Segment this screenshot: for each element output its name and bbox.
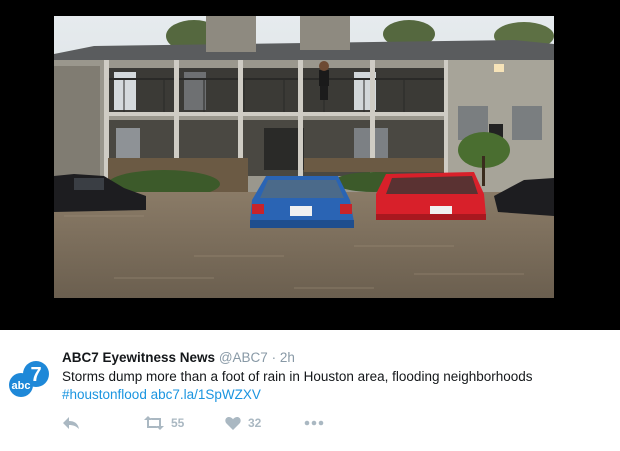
avatar-text: abc [12, 380, 31, 392]
reply-button[interactable] [62, 414, 80, 432]
tweet-header: ABC7 Eyewitness News @ABC7 · 2h [62, 350, 295, 365]
user-handle[interactable]: @ABC7 [219, 350, 268, 365]
retweet-icon [144, 416, 164, 430]
tweet-photo[interactable] [54, 16, 554, 298]
separator-dot: · [271, 350, 277, 365]
avatar-number: 7 [30, 364, 41, 386]
more-button[interactable] [304, 414, 324, 432]
tweet-links: #houstonflood abc7.la/1SpWZXV [62, 387, 261, 402]
heart-icon [225, 416, 241, 430]
hashtag-link[interactable]: #houstonflood [62, 387, 147, 402]
timestamp[interactable]: 2h [280, 350, 295, 365]
tweet-actions: 55 32 [62, 414, 362, 432]
retweet-count: 55 [171, 416, 185, 430]
more-icon [304, 420, 324, 426]
url-link[interactable]: abc7.la/1SpWZXV [151, 387, 261, 402]
retweet-button[interactable]: 55 [144, 414, 184, 432]
media-frame [0, 0, 620, 330]
abc7-avatar[interactable]: 7 abc [7, 357, 51, 401]
tweet-text: Storms dump more than a foot of rain in … [62, 369, 533, 384]
display-name[interactable]: ABC7 Eyewitness News [62, 350, 215, 365]
like-count: 32 [248, 416, 262, 430]
like-button[interactable]: 32 [225, 414, 261, 432]
tweet-card: 7 abc ABC7 Eyewitness News @ABC7 · 2h St… [0, 330, 620, 451]
reply-icon [63, 417, 79, 429]
